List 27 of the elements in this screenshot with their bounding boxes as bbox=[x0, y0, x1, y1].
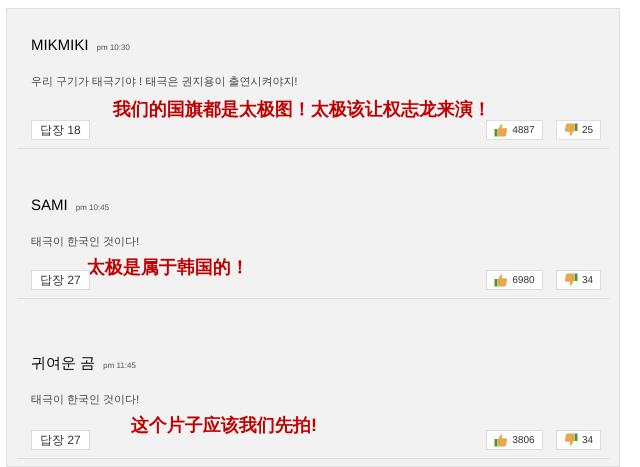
comment-text: 우리 구기가 태극기야 ! 태극은 권지용이 출연시켜야지! bbox=[30, 74, 298, 90]
author-name: 귀여운 곰 bbox=[31, 354, 96, 374]
comment-time: pm 11:45 bbox=[103, 360, 136, 372]
overlay-caption: 太极是属于韩国的！ bbox=[87, 258, 249, 276]
comment-time: pm 10:30 bbox=[96, 42, 130, 54]
dislike-button[interactable]: 25 bbox=[556, 120, 601, 140]
dislike-button[interactable]: 34 bbox=[556, 430, 601, 450]
thumbs-up-icon bbox=[494, 433, 508, 447]
overlay-caption: 我们的国旗都是太极图！太极该让权志龙来演！ bbox=[113, 100, 491, 118]
comment-time: pm 10:45 bbox=[76, 202, 110, 214]
comment-text: 태극이 한국인 것이다! bbox=[30, 234, 140, 250]
thumbs-down-icon bbox=[564, 433, 578, 447]
thumbs-up-icon bbox=[494, 273, 508, 287]
like-button[interactable]: 6980 bbox=[486, 270, 543, 290]
thumbs-up-icon bbox=[494, 123, 508, 137]
like-button[interactable]: 3806 bbox=[486, 430, 543, 450]
reply-button[interactable]: 답장 27 bbox=[31, 430, 90, 450]
thumbs-down-icon bbox=[564, 123, 578, 137]
dislike-button[interactable]: 34 bbox=[556, 270, 601, 290]
like-button[interactable]: 4887 bbox=[486, 120, 543, 140]
overlay-caption: 这个片子应该我们先拍! bbox=[131, 416, 317, 434]
comment-text: 태극이 한국인 것이다! bbox=[30, 392, 140, 408]
author-name: SAMI bbox=[31, 196, 68, 216]
reply-button[interactable]: 답장 18 bbox=[31, 120, 90, 140]
author-name: MIKMIKI bbox=[31, 36, 89, 56]
reply-button[interactable]: 답장 27 bbox=[31, 270, 90, 290]
thumbs-down-icon bbox=[564, 273, 578, 287]
